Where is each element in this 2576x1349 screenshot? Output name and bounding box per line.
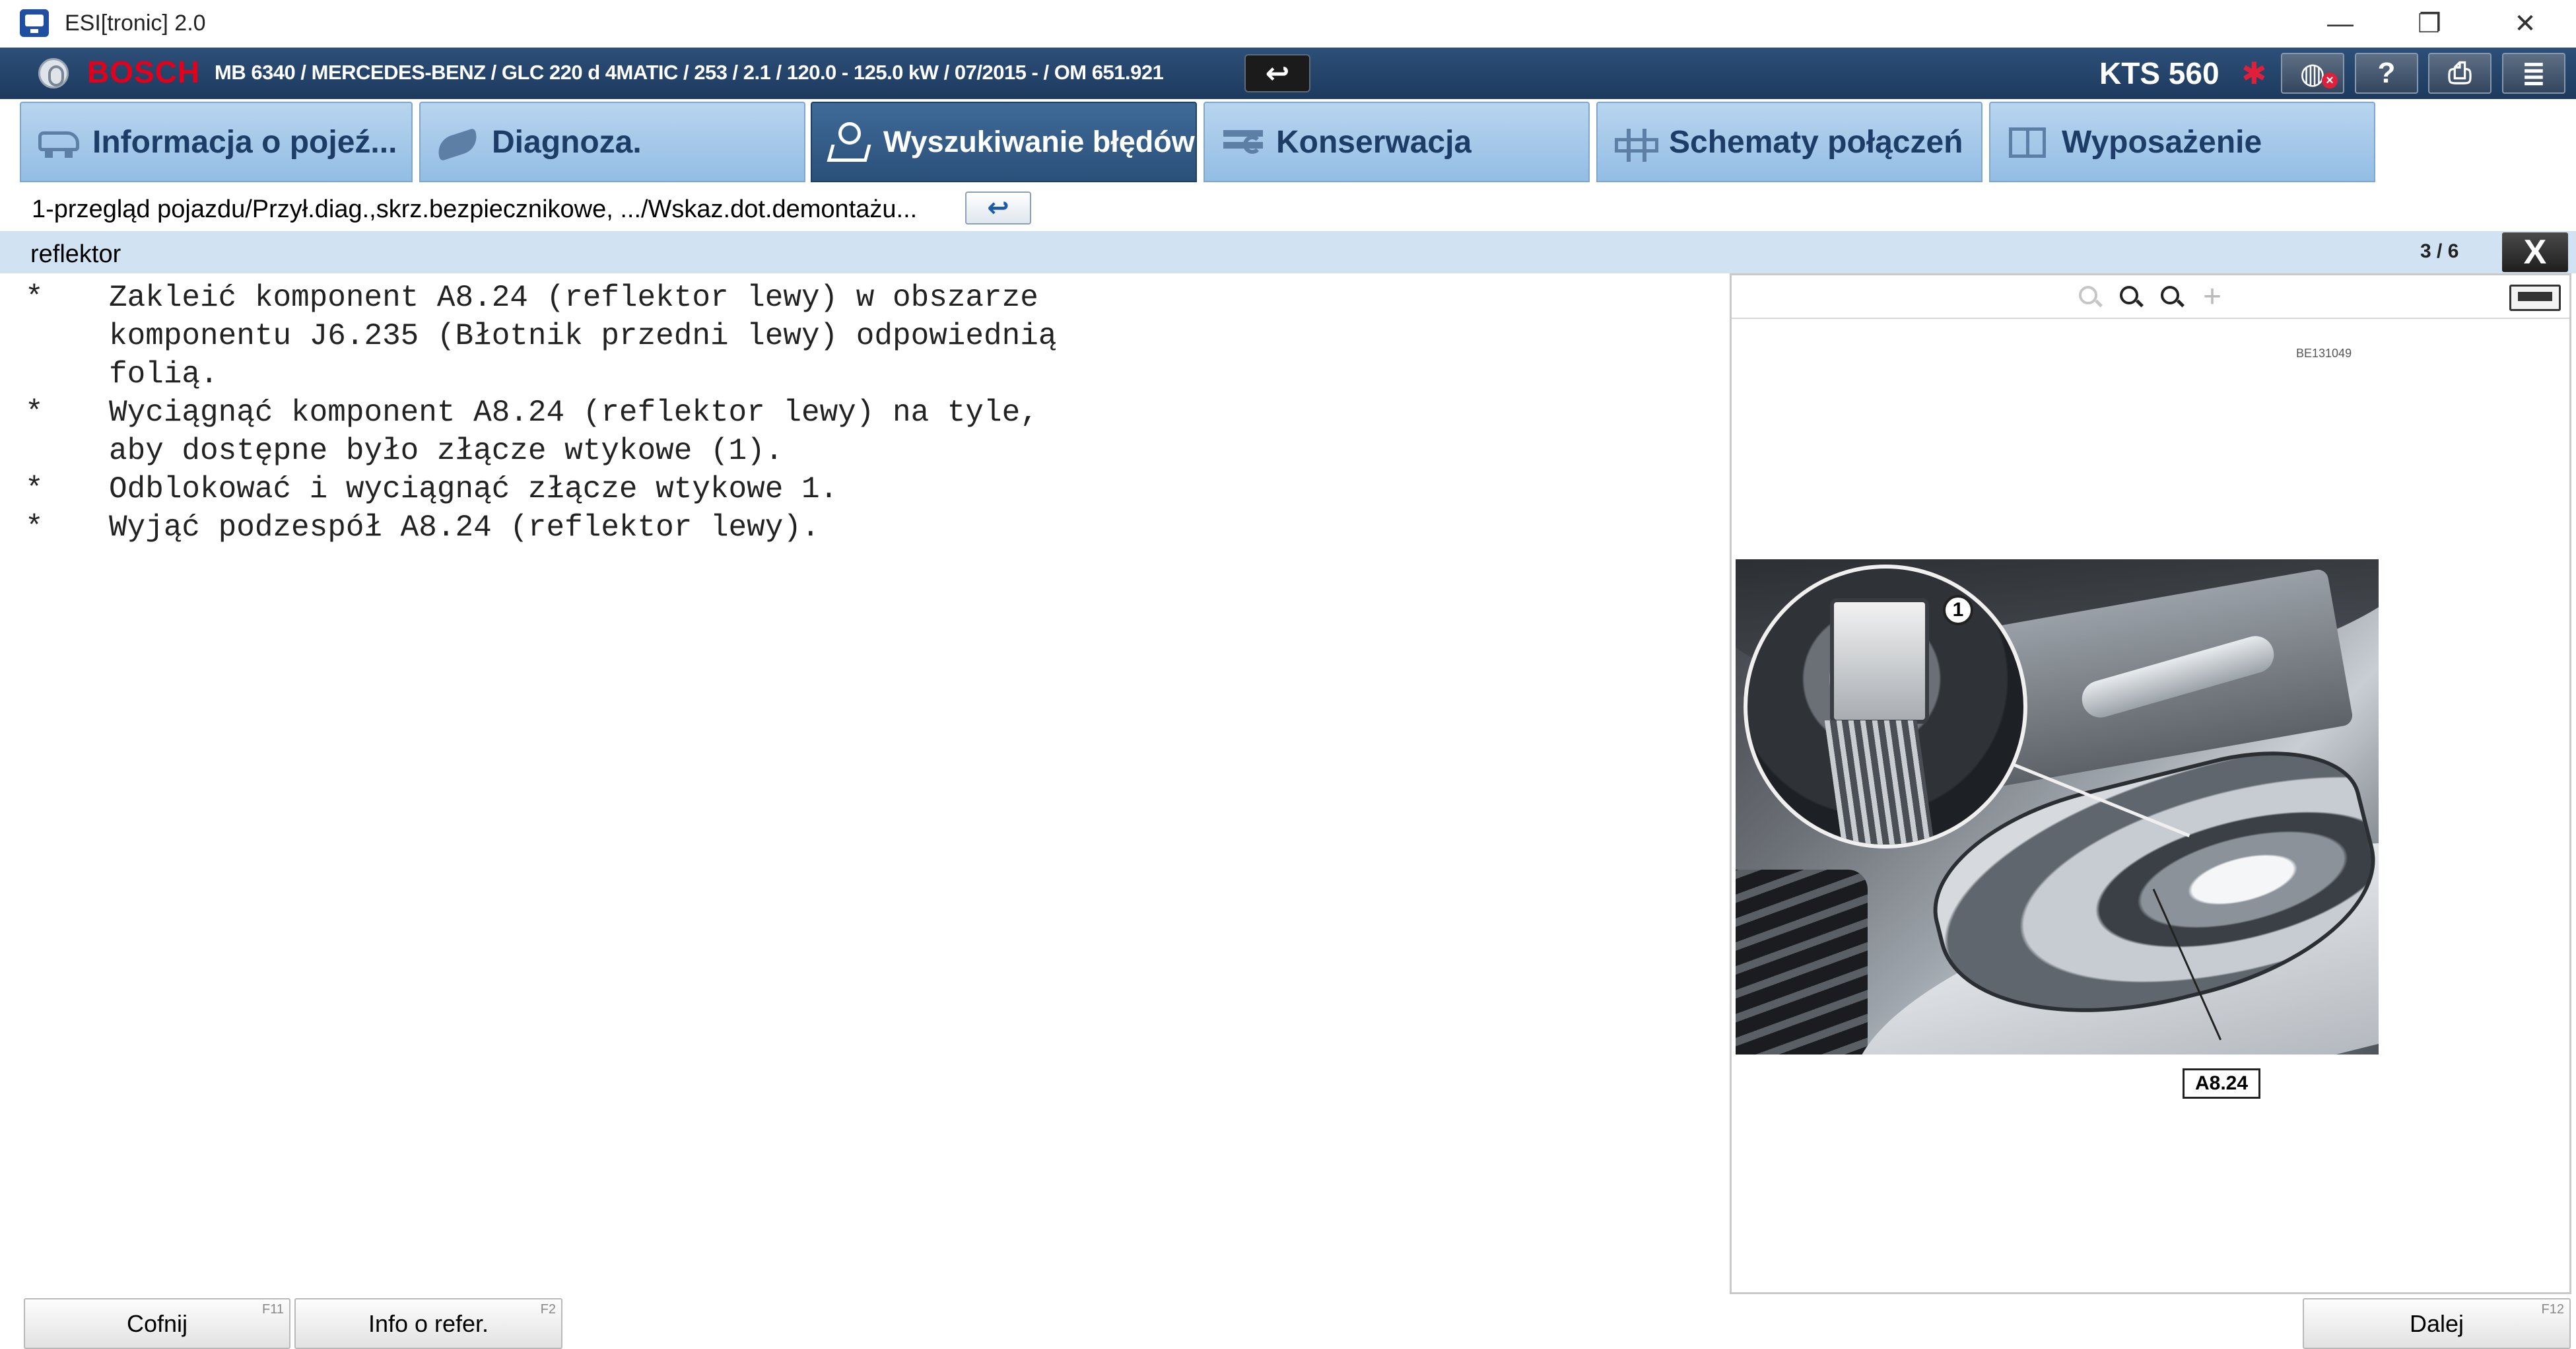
bullet: * [25, 510, 44, 545]
maximize-button[interactable]: ❐ [2393, 5, 2466, 42]
close-window-button[interactable]: ✕ [2489, 5, 2561, 42]
part-label: A8.24 [2183, 1068, 2260, 1099]
tab-label: Konserwacja [1276, 124, 1472, 160]
breadcrumb-bar: 1-przegląd pojazdu/Przył.diag.,skrz.bezp… [0, 186, 2576, 230]
tab-label: Wyszukiwanie błędów [883, 125, 1195, 158]
headlight-photo: 1 [1736, 559, 2379, 1055]
instruction-step: * Odblokować i wyciągnąć złącze wtykowe … [20, 470, 1710, 508]
tab-vehicle-info[interactable]: Informacja o pojeź... [20, 102, 413, 182]
breadcrumb-back-button[interactable]: ↩ [965, 191, 1031, 225]
tab-troubleshooting[interactable]: Wyszukiwanie błędów [811, 102, 1197, 182]
close-document-button[interactable]: X [2502, 232, 2568, 272]
connector-detail-inset: 1 [1744, 565, 2027, 848]
book-icon [2005, 122, 2054, 162]
add-icon[interactable]: + [2196, 281, 2228, 314]
maintenance-icon [1219, 122, 1268, 162]
vehicle-bar: BOSCH MB 6340 / MERCEDES-BENZ / GLC 220 … [0, 48, 2576, 99]
step-text: Odblokować i wyciągnąć złącze wtykowe 1. [109, 472, 838, 506]
step-text: Wyciągnąć komponent A8.24 (reflektor lew… [109, 396, 1057, 468]
offline-badge-icon: × [2322, 73, 2338, 88]
troubleshooting-icon [827, 122, 875, 162]
figure-toolbar: + [1732, 275, 2569, 319]
tab-label: Diagnoza. [492, 124, 642, 160]
photo-wires [1824, 720, 1935, 845]
bluetooth-icon: ✱ [2241, 56, 2267, 90]
zoom-fit-icon[interactable] [2157, 282, 2188, 314]
wiring-icon [1612, 122, 1661, 162]
instruction-step: * Wyjąć podzespół A8.24 (reflektor lewy)… [20, 508, 1710, 547]
button-label: Dalej [2409, 1309, 2464, 1337]
bullet: * [25, 281, 44, 315]
function-key-hint: F2 [540, 1302, 556, 1317]
tab-label: Schematy połączeń [1669, 124, 1963, 160]
globe-icon: ◍ [2299, 57, 2326, 90]
bosch-logo: BOSCH [87, 55, 201, 89]
step-text: Wyjąć podzespół A8.24 (reflektor lewy). [109, 510, 820, 545]
function-key-hint: F12 [2541, 1302, 2564, 1317]
breadcrumb[interactable]: 1-przegląd pojazdu/Przył.diag.,skrz.bezp… [32, 195, 917, 224]
tab-equipment[interactable]: Wyposażenie [1989, 102, 2375, 182]
button-label: Cofnij [126, 1309, 188, 1337]
function-key-hint: F11 [262, 1302, 284, 1317]
tab-wiring-diagrams[interactable]: Schematy połączeń [1596, 102, 1983, 182]
help-button[interactable]: ? [2355, 53, 2418, 94]
next-button[interactable]: Dalej F12 [2303, 1298, 2571, 1349]
print-button[interactable]: ⎙ [2428, 53, 2491, 94]
bullet: * [25, 396, 44, 430]
car-icon [36, 122, 85, 162]
section-title: reflektor [30, 240, 121, 268]
reference-info-button[interactable]: Info o refer. F2 [294, 1298, 562, 1349]
minimize-button[interactable]: — [2304, 5, 2377, 42]
title-bar: ESI[tronic] 2.0 — ❐ ✕ [0, 0, 2576, 48]
device-name: KTS 560 [2099, 56, 2220, 90]
app-icon [20, 9, 49, 37]
zoom-in-icon[interactable] [2116, 282, 2148, 314]
button-label: Info o refer. [368, 1309, 489, 1337]
menu-button[interactable]: ≣ [2502, 53, 2565, 94]
bosch-armature-icon [38, 58, 69, 88]
instruction-list: * Zakleić komponent A8.24 (reflektor lew… [20, 279, 1710, 547]
bullet: * [25, 472, 44, 506]
online-status-button[interactable]: ◍ × [2281, 53, 2344, 94]
figure-panel: + BE131049 1 [1730, 273, 2571, 1294]
back-button[interactable]: Cofnij F11 [24, 1298, 290, 1349]
instruction-step: * Wyciągnąć komponent A8.24 (reflektor l… [20, 394, 1710, 470]
vehicle-info: MB 6340 / MERCEDES-BENZ / GLC 220 d 4MAT… [215, 61, 1164, 84]
vehicle-back-button[interactable]: ↩ [1244, 54, 1310, 92]
photo-connector [1830, 598, 1929, 724]
tab-diagnosis[interactable]: Diagnoza. [419, 102, 805, 182]
tab-label: Informacja o pojeź... [92, 124, 397, 160]
page-counter: 3 / 6 [2420, 240, 2459, 262]
tab-bar: Informacja o pojeź... Diagnoza. Wyszukiw… [0, 99, 2576, 185]
photo-grille [1736, 870, 1868, 1055]
step-text: Zakleić komponent A8.24 (reflektor lewy)… [109, 281, 1075, 392]
tab-label: Wyposażenie [2062, 124, 2262, 160]
figure-code: BE131049 [2296, 347, 2352, 360]
section-header: reflektor 3 / 6 X [0, 231, 2576, 273]
instruction-step: * Zakleić komponent A8.24 (reflektor lew… [20, 279, 1710, 394]
zoom-out-icon[interactable] [2075, 282, 2107, 314]
diagnosis-icon [435, 122, 484, 162]
maximize-icon[interactable] [2509, 285, 2561, 311]
callout-number: 1 [1943, 595, 1973, 625]
tab-maintenance[interactable]: Konserwacja [1203, 102, 1590, 182]
window-title: ESI[tronic] 2.0 [65, 11, 206, 36]
